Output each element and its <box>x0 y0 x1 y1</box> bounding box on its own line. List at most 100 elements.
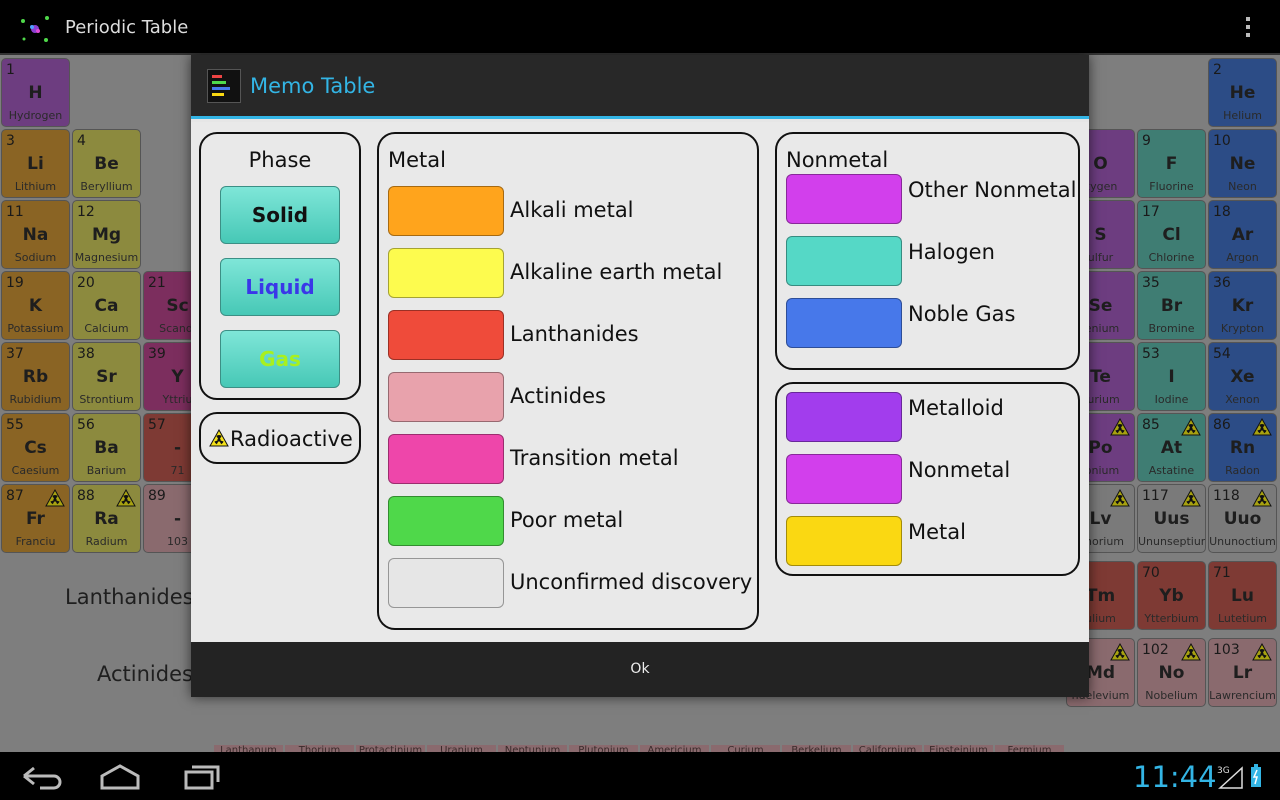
atomic-number: 102 <box>1142 642 1169 658</box>
element-cell[interactable]: 55 Cs Caesium <box>1 413 70 482</box>
element-name: Strontium <box>79 393 134 406</box>
element-cell[interactable]: 3 Li Lithium <box>1 129 70 198</box>
atomic-number: 9 <box>1142 133 1151 149</box>
element-symbol: Cl <box>1162 225 1181 245</box>
legend-item: Actinides <box>388 372 688 422</box>
element-name: Barium <box>86 464 127 477</box>
element-cell[interactable]: 4 Be Beryllium <box>72 129 141 198</box>
element-cell[interactable]: 56 Ba Barium <box>72 413 141 482</box>
battery-icon <box>1251 764 1261 787</box>
element-cell[interactable]: 38 Sr Strontium <box>72 342 141 411</box>
element-name: Argon <box>1226 251 1259 264</box>
element-symbol: Fr <box>26 509 45 529</box>
element-cell[interactable]: 86 Rn Radon <box>1208 413 1277 482</box>
element-cell[interactable]: 88 Ra Radium <box>72 484 141 553</box>
legend-label: Alkali metal <box>510 198 634 222</box>
atomic-number: 12 <box>77 204 95 220</box>
radioactive-icon <box>45 489 65 507</box>
atomic-number: 71 <box>1213 565 1231 581</box>
element-name: Beryllium <box>80 180 133 193</box>
element-symbol: Mg <box>91 225 122 245</box>
color-swatch <box>786 454 902 504</box>
element-cell[interactable]: 85 At Astatine <box>1137 413 1206 482</box>
legend-item: Poor metal <box>388 496 688 546</box>
element-cell[interactable]: 20 Ca Calcium <box>72 271 141 340</box>
element-cell[interactable]: 117 Uus Ununseptium <box>1137 484 1206 553</box>
element-cell[interactable]: 103 Lr Lawrencium <box>1208 638 1277 707</box>
element-name: Ununseptium <box>1138 535 1206 548</box>
element-cell[interactable]: 9 F Fluorine <box>1137 129 1206 198</box>
element-symbol: H <box>28 83 43 103</box>
element-cell[interactable]: 87 Fr Franciu <box>1 484 70 553</box>
back-icon[interactable] <box>10 758 70 794</box>
element-cell[interactable]: 17 Cl Chlorine <box>1137 200 1206 269</box>
element-name: Bromine <box>1148 322 1195 335</box>
element-symbol: No <box>1158 663 1185 683</box>
element-cell[interactable]: 11 Na Sodium <box>1 200 70 269</box>
element-cell[interactable]: 12 Mg Magnesium <box>72 200 141 269</box>
element-name: Nobelium <box>1145 689 1198 702</box>
radioactive-icon <box>116 489 136 507</box>
radioactive-icon <box>1252 643 1272 661</box>
overflow-menu-icon[interactable] <box>1238 14 1258 42</box>
home-icon[interactable] <box>90 758 150 794</box>
atomic-number: 11 <box>6 204 24 220</box>
legend-label: Alkaline earth metal <box>510 260 723 284</box>
element-cell[interactable]: 70 Yb Ytterbium <box>1137 561 1206 630</box>
element-cell[interactable]: 102 No Nobelium <box>1137 638 1206 707</box>
dialog-header: Memo Table <box>191 55 1089 119</box>
radioactive-box: Radioactive <box>199 412 361 464</box>
element-symbol: Rb <box>22 367 49 387</box>
element-name: Sodium <box>14 251 57 264</box>
legend-label: Halogen <box>908 240 995 264</box>
legend-item: Alkaline earth metal <box>388 248 722 298</box>
legend-label: Metal <box>908 520 966 544</box>
element-cell[interactable]: 36 Kr Krypton <box>1208 271 1277 340</box>
atomic-number: 18 <box>1213 204 1231 220</box>
phase-gas-button[interactable]: Gas <box>220 330 340 388</box>
element-symbol: Li <box>27 154 44 174</box>
element-symbol: Kr <box>1231 296 1254 316</box>
element-name: Astatine <box>1148 464 1195 477</box>
actinides-row-label: Actinides <box>97 662 193 686</box>
atomic-number: 1 <box>6 62 15 78</box>
element-symbol: Lu <box>1231 586 1254 606</box>
element-name: Calcium <box>84 322 129 335</box>
element-cell[interactable]: 35 Br Bromine <box>1137 271 1206 340</box>
element-cell[interactable]: 1 H Hydrogen <box>1 58 70 127</box>
recent-apps-icon[interactable] <box>172 758 232 794</box>
element-name: Lutetium <box>1217 612 1268 625</box>
ok-button[interactable]: Ok <box>191 642 1089 697</box>
element-cell[interactable]: 71 Lu Lutetium <box>1208 561 1277 630</box>
phase-liquid-button[interactable]: Liquid <box>220 258 340 316</box>
element-cell[interactable]: 118 Uuo Ununoctium <box>1208 484 1277 553</box>
atom-app-icon[interactable] <box>18 12 52 46</box>
element-name: Ytterbium <box>1144 612 1199 625</box>
element-symbol: Yb <box>1159 586 1184 606</box>
atomic-number: 53 <box>1142 346 1160 362</box>
color-swatch <box>786 298 902 348</box>
element-name: Magnesium <box>74 251 139 264</box>
nonmetal-title: Nonmetal <box>786 148 889 172</box>
legend-label: Lanthanides <box>510 322 639 346</box>
element-cell[interactable]: 18 Ar Argon <box>1208 200 1277 269</box>
element-cell[interactable]: 2 He Helium <box>1208 58 1277 127</box>
atomic-number: 38 <box>77 346 95 362</box>
dialog-footer: Ok <box>191 642 1089 697</box>
atomic-number: 36 <box>1213 275 1231 291</box>
element-cell[interactable]: 53 I Iodine <box>1137 342 1206 411</box>
atomic-number: 4 <box>77 133 86 149</box>
legend-label: Unconfirmed discovery <box>510 570 753 594</box>
element-cell[interactable]: 54 Xe Xenon <box>1208 342 1277 411</box>
atomic-number: 117 <box>1142 488 1169 504</box>
clock: 11:44 <box>1133 760 1217 794</box>
atomic-number: 87 <box>6 488 24 504</box>
element-cell[interactable]: 10 Ne Neon <box>1208 129 1277 198</box>
element-cell[interactable]: 19 K Potassium <box>1 271 70 340</box>
radioactive-icon <box>209 429 229 447</box>
phase-solid-button[interactable]: Solid <box>220 186 340 244</box>
radioactive-icon <box>1181 643 1201 661</box>
signal-icon: 3G <box>1217 766 1243 789</box>
element-cell[interactable]: 37 Rb Rubidium <box>1 342 70 411</box>
phase-title: Phase <box>248 148 312 172</box>
